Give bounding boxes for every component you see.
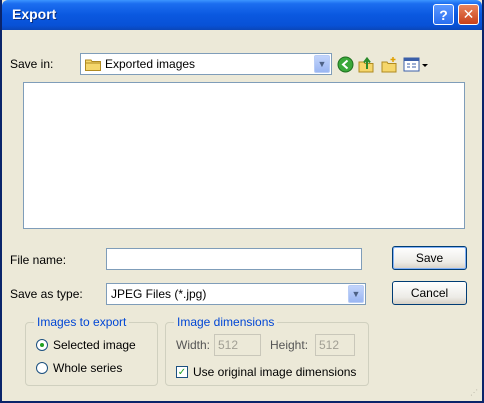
save-in-dropdown[interactable]: Exported images ▼ (80, 53, 332, 75)
images-to-export-group: Images to export Selected image Whole se… (25, 315, 158, 386)
new-folder-icon[interactable] (380, 55, 398, 73)
width-label: Width: (176, 338, 211, 352)
use-original-label[interactable]: Use original image dimensions (193, 365, 356, 379)
use-original-checkbox[interactable]: ✓ (176, 366, 188, 378)
views-menu-icon[interactable] (402, 55, 430, 73)
whole-series-label[interactable]: Whole series (53, 361, 122, 375)
selected-image-label[interactable]: Selected image (53, 338, 136, 352)
height-field[interactable]: 512 (315, 334, 355, 356)
help-button[interactable]: ? (433, 4, 454, 25)
export-dialog: Export ? ✕ Save in: Exported images ▼ Fi… (0, 0, 484, 403)
cancel-button-label: Cancel (410, 286, 449, 300)
file-name-input[interactable] (106, 248, 362, 270)
dialog-title: Export (12, 6, 57, 22)
save-button[interactable]: Save (392, 246, 467, 270)
whole-series-radio[interactable] (36, 362, 48, 374)
images-to-export-title: Images to export (34, 315, 130, 329)
chevron-down-icon[interactable]: ▼ (314, 55, 330, 73)
save-as-type-value: JPEG Files (*.jpg) (111, 287, 207, 301)
selected-image-radio[interactable] (36, 339, 48, 351)
title-bar[interactable]: Export ? ✕ (2, 0, 482, 30)
height-label: Height: (270, 338, 309, 352)
file-list[interactable] (23, 82, 465, 229)
save-as-type-label: Save as type: (10, 287, 83, 301)
chevron-down-icon[interactable]: ▼ (348, 285, 364, 303)
file-name-label: File name: (10, 253, 67, 267)
save-in-folder-name: Exported images (105, 57, 196, 71)
image-dimensions-title: Image dimensions (174, 315, 278, 329)
resize-grip-icon[interactable]: ⋰ (470, 388, 478, 397)
width-field[interactable]: 512 (214, 334, 261, 356)
close-icon: ✕ (462, 6, 475, 22)
folder-icon (85, 58, 101, 74)
up-folder-icon[interactable] (357, 55, 375, 73)
save-button-label: Save (415, 251, 444, 265)
image-dimensions-group: Image dimensions Width: 512 Height: 512 … (165, 315, 369, 386)
cancel-button[interactable]: Cancel (392, 281, 467, 305)
back-icon[interactable] (336, 55, 354, 73)
check-icon: ✓ (177, 366, 187, 378)
help-icon: ? (439, 6, 448, 23)
save-in-label: Save in: (10, 57, 54, 71)
close-button[interactable]: ✕ (458, 4, 479, 25)
save-as-type-dropdown[interactable]: JPEG Files (*.jpg) ▼ (106, 283, 366, 305)
